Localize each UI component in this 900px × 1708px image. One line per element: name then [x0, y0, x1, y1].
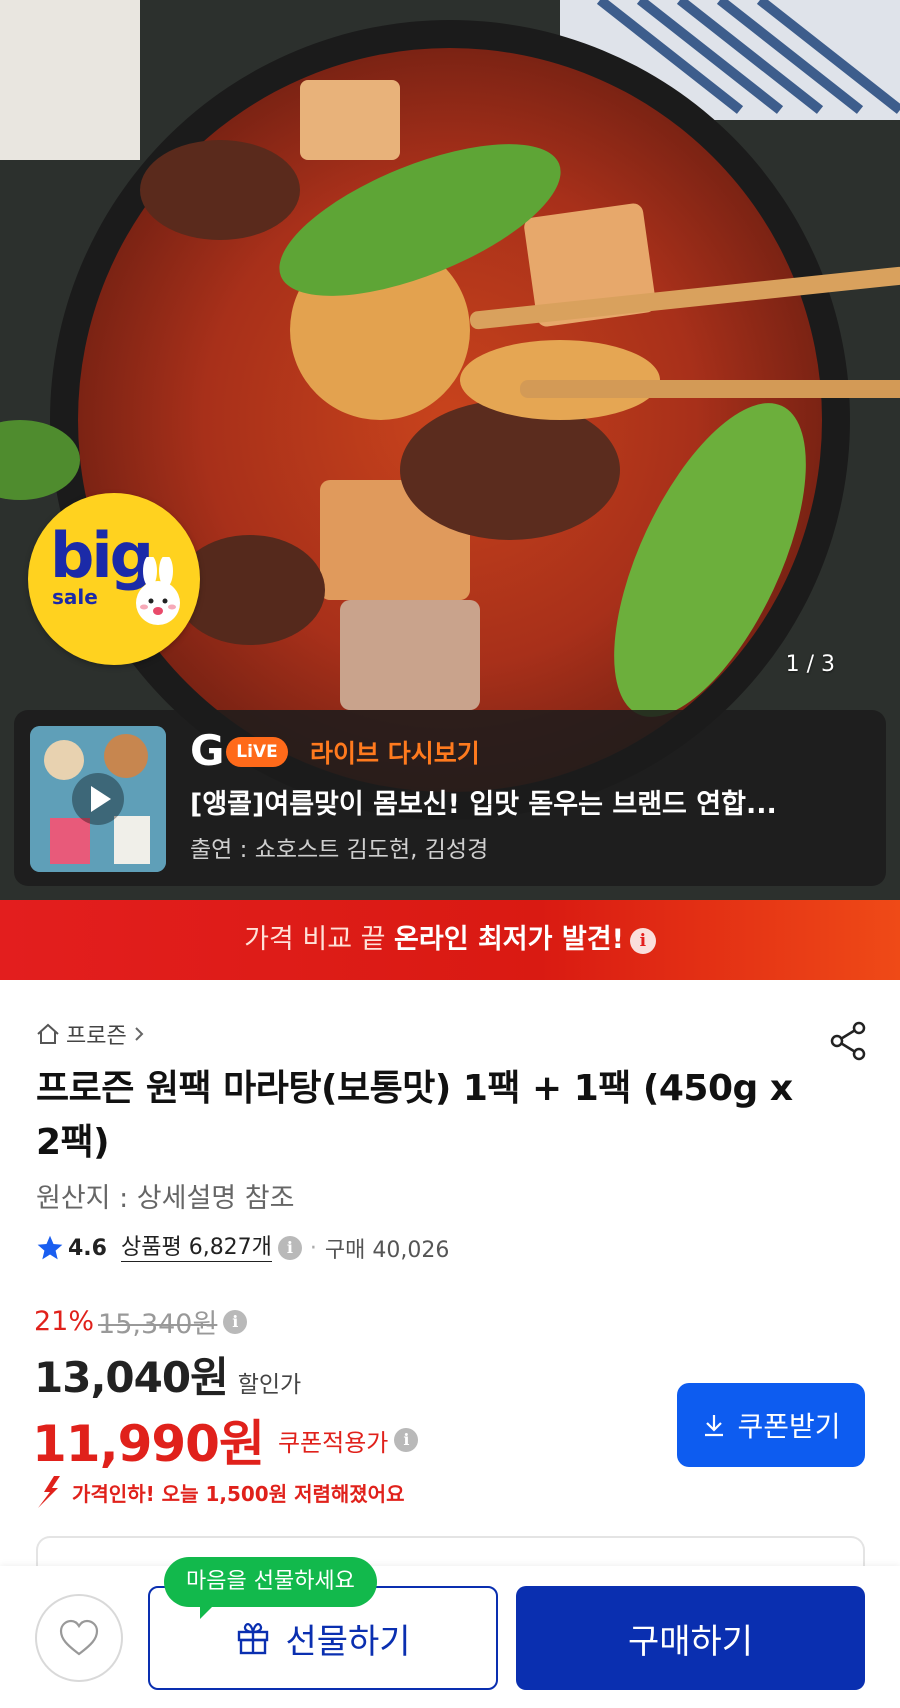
big-sale-badge: big sale: [28, 493, 200, 665]
share-icon[interactable]: [828, 1020, 868, 1062]
sale-price: 13,040원: [34, 1353, 229, 1402]
get-coupon-button[interactable]: 쿠폰받기: [677, 1383, 865, 1467]
separator-dot: ·: [309, 1235, 317, 1261]
bottom-action-bar: 선물하기 구매하기: [0, 1566, 900, 1708]
carousel-page-indicator: 1 / 3: [785, 652, 835, 677]
original-price: 15,340원: [98, 1309, 218, 1340]
home-icon: [37, 1023, 59, 1044]
coupon-price-label: 쿠폰적용가: [277, 1428, 389, 1457]
lowest-price-banner[interactable]: 가격 비교 끝 온라인 최저가 발견! i: [0, 900, 900, 980]
big-sale-badge-sale: sale: [52, 585, 98, 609]
coupon-price-row: 11,990원 쿠폰적용가 i: [32, 1404, 419, 1476]
info-icon[interactable]: i: [629, 928, 656, 954]
discount-rate: 21%: [34, 1306, 95, 1337]
live-replay-card[interactable]: G LiVE 라이브 다시보기 [앵콜]여름맞이 몸보신! 입맛 돋우는 브랜드…: [14, 710, 886, 886]
play-icon[interactable]: [72, 773, 124, 825]
buy-button-label: 구매하기: [627, 1621, 754, 1662]
live-replay-label[interactable]: 라이브 다시보기: [310, 734, 480, 770]
promo-text-bold: 온라인 최저가 발견!: [394, 924, 624, 955]
heart-icon: [59, 1619, 99, 1656]
reviews-link[interactable]: 상품평 6,827개: [120, 1235, 272, 1262]
rabbit-mascot-icon: [136, 557, 180, 625]
price-drop-notice: 가격인하! 오늘 1,500원 저렴해졌어요: [34, 1474, 404, 1510]
live-cast: 출연 : 쇼호스트 김도현, 김성경: [190, 837, 489, 863]
product-origin: 원산지 : 상세설명 참조: [36, 1183, 295, 1214]
price-info-icon[interactable]: i: [223, 1309, 248, 1334]
coupon-info-icon[interactable]: i: [394, 1428, 419, 1452]
download-icon: [705, 1415, 724, 1437]
sale-price-row: 13,040원 할인가: [34, 1344, 301, 1405]
sale-price-label: 할인가: [237, 1372, 302, 1398]
get-coupon-label: 쿠폰받기: [737, 1410, 841, 1443]
chevron-right-icon: [135, 1027, 144, 1041]
product-image-carousel[interactable]: big sale 1 / 3 G LiVE 라이브 다시보기 [앵콜]여름맞이 …: [0, 0, 900, 900]
star-icon: [37, 1235, 63, 1260]
breadcrumb[interactable]: 프로즌: [36, 1018, 145, 1050]
coupon-price: 11,990원: [32, 1415, 265, 1473]
product-title: 프로즌 원팩 마라탕(보통맛) 1팩 + 1팩 (450g x 2팩): [36, 1068, 793, 1163]
wishlist-button[interactable]: [35, 1594, 123, 1682]
glive-logo-g: G: [190, 726, 225, 775]
purchase-count: 구매 40,026: [324, 1238, 450, 1263]
promo-text-light: 가격 비교 끝: [244, 924, 395, 955]
buy-button[interactable]: 구매하기: [516, 1586, 865, 1690]
reviews-info-icon[interactable]: i: [277, 1236, 302, 1260]
gift-icon: [238, 1623, 269, 1655]
rating-score: 4.6: [68, 1235, 107, 1261]
breadcrumb-category[interactable]: 프로즌: [66, 1018, 127, 1050]
glive-logo-live: LiVE: [226, 737, 288, 767]
live-title[interactable]: [앵콜]여름맞이 몸보신! 입맛 돋우는 브랜드 연합...: [190, 782, 870, 821]
rating-row: 4.6 상품평 6,827개 i · 구매 40,026: [36, 1232, 449, 1264]
gift-button-label: 선물하기: [285, 1621, 411, 1662]
live-thumbnail[interactable]: [30, 726, 166, 872]
price-down-arrow-icon: [38, 1476, 60, 1508]
gift-tooltip: 마음을 선물하세요: [164, 1557, 377, 1619]
original-price-row: 21% 15,340원 i: [34, 1302, 248, 1341]
price-drop-text: 가격인하! 오늘 1,500원 저렴해졌어요: [72, 1481, 405, 1506]
